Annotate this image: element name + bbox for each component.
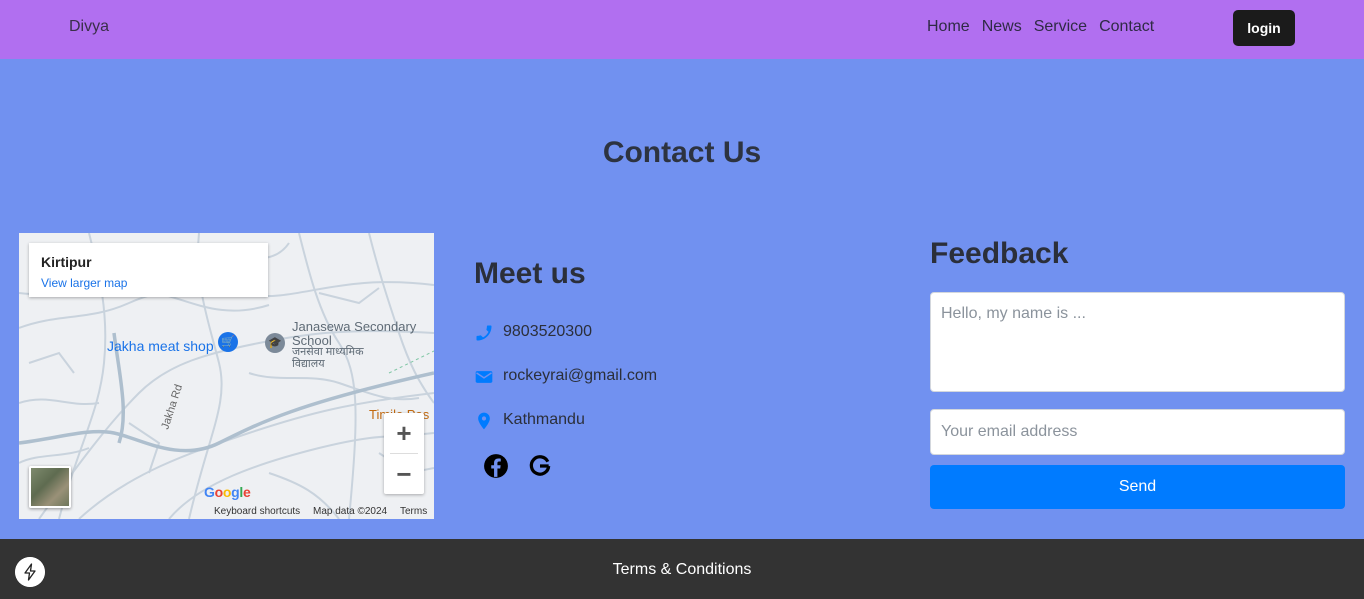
nav-link-home[interactable]: Home — [927, 18, 970, 36]
map-zoom-controls: + − — [384, 413, 424, 494]
google-map-logo: Google — [204, 484, 251, 500]
feedback-heading: Feedback — [930, 237, 1069, 270]
phone-number[interactable]: 9803520300 — [503, 323, 592, 341]
zoom-out-button[interactable]: − — [384, 454, 424, 494]
google-icon[interactable] — [527, 453, 553, 479]
map-pin-icon — [478, 412, 490, 430]
zoom-in-button[interactable]: + — [384, 413, 424, 453]
map-terms-link[interactable]: Terms — [400, 506, 427, 517]
navbar: Divya Home News Service Contact login — [0, 0, 1364, 59]
footer: Terms & Conditions — [0, 539, 1364, 599]
email-input[interactable] — [930, 409, 1345, 455]
page-title: Contact Us — [602, 136, 762, 169]
brand-name[interactable]: Divya — [69, 18, 109, 36]
login-button[interactable]: login — [1233, 10, 1295, 46]
map-footer: Keyboard shortcuts Map data ©2024 Terms — [19, 503, 434, 519]
send-button[interactable]: Send — [930, 465, 1345, 509]
phone-icon — [476, 325, 492, 341]
poi-school-name: Janasewa Secondary School — [292, 319, 417, 348]
map-info-card: Kirtipur View larger map — [29, 243, 268, 297]
email-address[interactable]: rockeyrai@gmail.com — [503, 367, 657, 385]
map-place-name: Kirtipur — [41, 254, 92, 270]
embedded-map[interactable]: Kirtipur View larger map Jakha meat shop… — [19, 233, 434, 519]
envelope-icon — [475, 371, 493, 383]
school-icon[interactable]: 🎓 — [265, 333, 285, 353]
lightning-bolt-icon[interactable] — [15, 557, 45, 587]
terms-and-conditions-link[interactable]: Terms & Conditions — [0, 561, 1364, 579]
poi-jakha-meat-shop[interactable]: Jakha meat shop — [107, 338, 214, 354]
shopping-cart-icon[interactable]: 🛒 — [218, 332, 238, 352]
poi-school-local-name: जनसेवा माध्यमिक विद्यालय — [292, 346, 364, 370]
facebook-icon[interactable] — [483, 453, 509, 479]
location-text: Kathmandu — [503, 411, 585, 428]
meet-us-heading: Meet us — [474, 257, 586, 290]
nav-link-news[interactable]: News — [982, 18, 1022, 36]
view-larger-map-link[interactable]: View larger map — [41, 276, 127, 290]
poi-janasewa-school[interactable]: Janasewa Secondary School — [292, 320, 432, 348]
nav-link-service[interactable]: Service — [1034, 18, 1087, 36]
nav-links: Home News Service Contact — [927, 18, 1166, 36]
map-data-credit: Map data ©2024 — [313, 506, 388, 517]
keyboard-shortcuts-link[interactable]: Keyboard shortcuts — [214, 506, 300, 517]
message-textarea[interactable] — [930, 292, 1345, 392]
satellite-toggle[interactable] — [29, 466, 71, 508]
nav-link-contact[interactable]: Contact — [1099, 18, 1154, 36]
google-logo-text: Google — [204, 484, 251, 500]
